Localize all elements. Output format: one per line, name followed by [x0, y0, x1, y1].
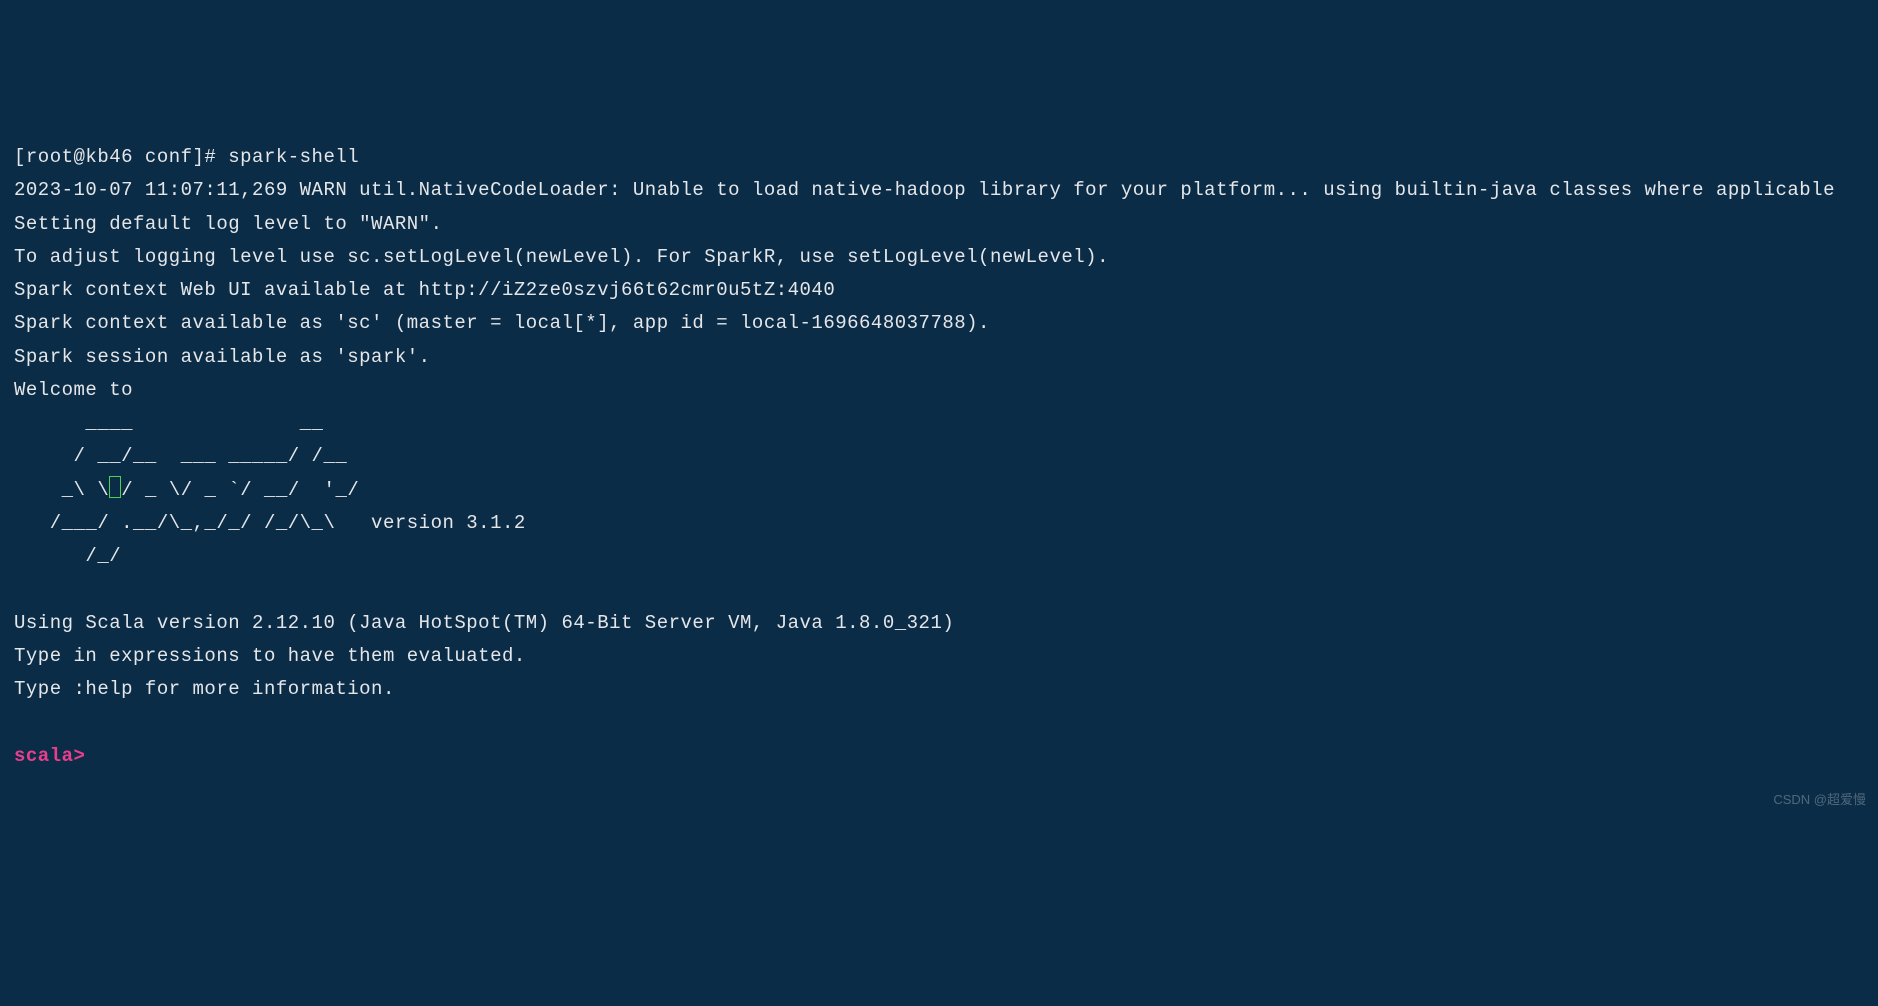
adjust-log-line: To adjust logging level use sc.setLogLev…	[14, 241, 1864, 274]
spark-session-line: Spark session available as 'spark'.	[14, 341, 1864, 374]
ascii-art-line-4: /___/ .__/\_,_/_/ /_/\_\ version 3.1.2	[14, 507, 1864, 540]
ascii-part-a: _\ \	[14, 479, 109, 501]
welcome-line: Welcome to	[14, 374, 1864, 407]
log-level-line: Setting default log level to "WARN".	[14, 208, 1864, 241]
webui-line: Spark context Web UI available at http:/…	[14, 274, 1864, 307]
scala-prompt: scala>	[14, 745, 97, 767]
ascii-part-b: / _ \/ _ `/ __/ '_/	[121, 479, 359, 501]
type-expressions-line: Type in expressions to have them evaluat…	[14, 640, 1864, 673]
ascii-art-line-1: ____ __	[14, 407, 1864, 440]
terminal-output[interactable]: [root@kb46 conf]# spark-shell2023-10-07 …	[14, 141, 1864, 773]
ascii-art-line-3: _\ \ / _ \/ _ `/ __/ '_/	[14, 474, 1864, 507]
scala-prompt-line[interactable]: scala>	[14, 740, 1864, 773]
blank-line-2	[14, 706, 1864, 739]
warn-log-line: 2023-10-07 11:07:11,269 WARN util.Native…	[14, 174, 1864, 207]
help-line: Type :help for more information.	[14, 673, 1864, 706]
spark-context-line: Spark context available as 'sc' (master …	[14, 307, 1864, 340]
ascii-art-line-5: /_/	[14, 540, 1864, 573]
shell-prompt-line: [root@kb46 conf]# spark-shell	[14, 141, 1864, 174]
watermark-text: CSDN @超爱慢	[1773, 789, 1866, 812]
blank-line	[14, 573, 1864, 606]
ascii-art-line-2: / __/__ ___ _____/ /__	[14, 440, 1864, 473]
scala-version-line: Using Scala version 2.12.10 (Java HotSpo…	[14, 607, 1864, 640]
terminal-cursor-icon	[109, 476, 121, 498]
